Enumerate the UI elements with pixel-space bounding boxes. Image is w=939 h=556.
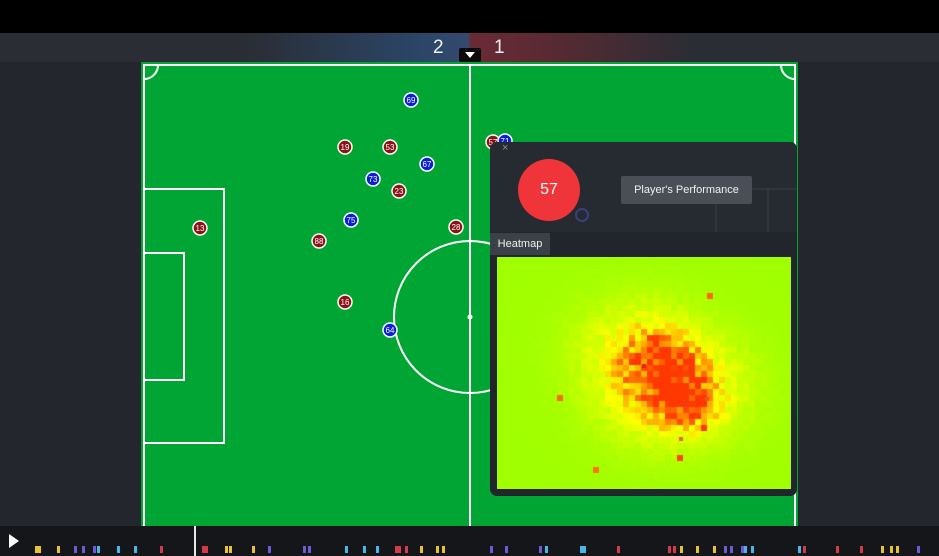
timeline-event-tick[interactable]	[376, 546, 379, 553]
player-marker-28[interactable]: 28	[448, 219, 464, 235]
timeline-event-tick[interactable]	[160, 546, 163, 553]
timeline-event-tick[interactable]	[751, 546, 754, 553]
player-marker-53[interactable]: 53	[382, 139, 398, 155]
timeline-event-tick[interactable]	[673, 546, 676, 553]
player-number: 69	[407, 96, 416, 105]
timeline-event-tick[interactable]	[741, 546, 744, 553]
player-marker-19[interactable]: 19	[337, 139, 353, 155]
timeline-event-tick[interactable]	[803, 546, 806, 553]
player-marker-64[interactable]: 64	[382, 322, 398, 338]
player-number: 23	[395, 187, 404, 196]
timeline-event-tick[interactable]	[896, 546, 899, 553]
timeline-event-tick[interactable]	[420, 546, 423, 553]
timeline-event-tick[interactable]	[917, 546, 920, 553]
player-number: 28	[452, 223, 461, 232]
timeline-event-tick[interactable]	[398, 546, 401, 553]
player-marker-75[interactable]: 75	[343, 212, 359, 228]
center-spot	[467, 314, 473, 320]
timeline-event-tick[interactable]	[890, 546, 893, 553]
player-number: 16	[341, 298, 350, 307]
timeline-event-tick[interactable]	[836, 546, 839, 553]
timeline-event-tick[interactable]	[229, 546, 232, 553]
player-marker-73[interactable]: 73	[365, 171, 381, 187]
player-marker-16[interactable]: 16	[337, 294, 353, 310]
timeline-event-tick[interactable]	[93, 546, 96, 553]
timeline-event-tick[interactable]	[583, 546, 586, 553]
player-number: 13	[196, 224, 205, 233]
timeline-event-tick[interactable]	[724, 546, 727, 553]
timeline-event-tick[interactable]	[395, 546, 398, 553]
score-dropdown-toggle[interactable]	[459, 48, 481, 62]
players-performance-button[interactable]: Player's Performance	[621, 176, 752, 204]
timeline-event-tick[interactable]	[798, 546, 801, 553]
player-rating-badge: 57	[518, 159, 580, 221]
timeline-event-tick[interactable]	[696, 546, 699, 553]
timeline-event-tick[interactable]	[345, 546, 348, 553]
player-marker-67[interactable]: 67	[419, 156, 435, 172]
player-number: 19	[341, 143, 350, 152]
timeline-event-tick[interactable]	[713, 546, 716, 553]
timeline-event-tick[interactable]	[308, 546, 311, 553]
timeline-event-tick[interactable]	[680, 546, 683, 553]
player-marker-23[interactable]: 23	[391, 183, 407, 199]
timeline-event-tick[interactable]	[303, 546, 306, 553]
timeline-event-tick[interactable]	[225, 546, 228, 553]
timeline-event-tick[interactable]	[881, 546, 884, 553]
timeline-event-tick[interactable]	[57, 546, 60, 553]
player-heatmap	[497, 257, 791, 489]
timeline-event-tick[interactable]	[202, 546, 205, 553]
timeline-event-tick[interactable]	[539, 546, 542, 553]
match-timeline[interactable]	[0, 526, 939, 556]
timeline-event-tick[interactable]	[405, 546, 408, 553]
timeline-event-tick[interactable]	[617, 546, 620, 553]
timeline-event-tick[interactable]	[82, 546, 85, 553]
player-marker-13[interactable]: 13	[192, 220, 208, 236]
timeline-event-tick[interactable]	[363, 546, 366, 553]
timeline-scrubber[interactable]	[194, 526, 196, 556]
player-marker-69[interactable]: 69	[403, 92, 419, 108]
timeline-event-tick[interactable]	[436, 546, 439, 553]
heatmap-tab[interactable]: Heatmap	[490, 233, 550, 255]
timeline-event-tick[interactable]	[744, 546, 747, 553]
timeline-event-tick[interactable]	[580, 546, 583, 553]
timeline-event-tick[interactable]	[860, 546, 863, 553]
timeline-event-tick[interactable]	[117, 546, 120, 553]
top-bar	[0, 0, 939, 33]
timeline-event-tick[interactable]	[38, 546, 41, 553]
timeline-event-tick[interactable]	[442, 546, 445, 553]
timeline-event-tick[interactable]	[505, 546, 508, 553]
timeline-event-tick[interactable]	[97, 546, 100, 553]
timeline-event-tick[interactable]	[730, 546, 733, 553]
timeline-event-tick[interactable]	[35, 546, 38, 553]
timeline-event-tick[interactable]	[668, 546, 671, 553]
player-marker-88[interactable]: 88	[311, 233, 327, 249]
timeline-event-tick[interactable]	[268, 546, 271, 553]
player-number: 75	[347, 216, 356, 225]
timeline-event-tick[interactable]	[252, 546, 255, 553]
home-score: 2	[433, 37, 444, 58]
timeline-event-tick[interactable]	[74, 546, 77, 553]
timeline-event-ticks	[35, 546, 920, 553]
player-number: 64	[386, 326, 395, 335]
player-number: 53	[386, 143, 395, 152]
away-score: 1	[494, 37, 505, 58]
player-number: 67	[423, 160, 432, 169]
timeline-event-tick[interactable]	[205, 546, 208, 553]
timeline-event-tick[interactable]	[545, 546, 548, 553]
player-number: 73	[369, 175, 378, 184]
timeline-event-tick[interactable]	[490, 546, 493, 553]
player-number: 88	[315, 237, 324, 246]
close-icon[interactable]: ×	[502, 143, 512, 154]
player-popup: × 57 Player's Performance Heatmap	[490, 142, 797, 496]
timeline-event-tick[interactable]	[134, 546, 137, 553]
